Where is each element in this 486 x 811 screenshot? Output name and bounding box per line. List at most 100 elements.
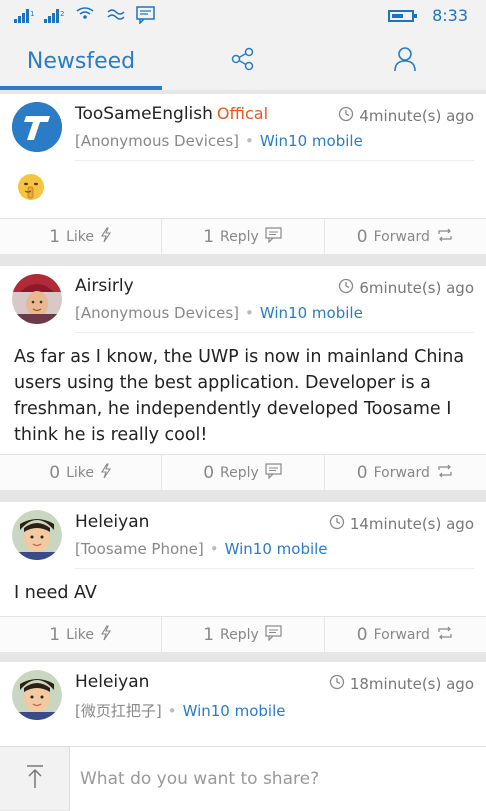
divider: [75, 160, 474, 161]
avatar[interactable]: [12, 274, 62, 324]
time-text: 4minute(s) ago: [359, 107, 474, 125]
reply-count: 0: [203, 462, 215, 483]
post-card[interactable]: Airsirly 6minute(s) ago [Anonymous Devic…: [0, 266, 486, 490]
separator-dot: •: [245, 304, 254, 322]
post-author[interactable]: TooSameEnglish Offical: [75, 104, 268, 124]
reply-button[interactable]: 1 Reply: [162, 617, 325, 652]
device-name: [Toosame Phone]: [75, 540, 204, 558]
time-text: 18minute(s) ago: [349, 675, 474, 693]
compose-bar: [0, 746, 486, 811]
comment-icon: [265, 462, 283, 483]
device-name: [Anonymous Devices]: [75, 304, 240, 322]
post-actions: 1 Like 1 Reply 0 Forward: [0, 616, 486, 652]
like-count: 1: [49, 624, 61, 645]
upload-button[interactable]: [0, 747, 70, 811]
separator-dot: •: [245, 132, 254, 150]
platform-link[interactable]: Win10 mobile: [183, 702, 286, 720]
time-text: 14minute(s) ago: [349, 515, 474, 533]
wifi-icon: [74, 7, 96, 27]
lightning-icon: [100, 624, 112, 645]
avatar[interactable]: [12, 102, 62, 152]
post-time: 18minute(s) ago: [329, 674, 474, 694]
tab-bar: Newsfeed: [0, 32, 486, 90]
device-name: [微页扛把子]: [75, 702, 162, 720]
forward-count: 0: [356, 624, 368, 645]
clock-icon: [329, 674, 345, 694]
like-button[interactable]: 1 Like: [0, 219, 163, 254]
like-button[interactable]: 1 Like: [0, 617, 163, 652]
data-sync-icon: [106, 7, 126, 27]
lightning-icon: [100, 226, 112, 247]
cellular-signal-2-icon: 2: [44, 8, 64, 27]
forward-button[interactable]: 0 Forward: [325, 219, 486, 254]
forward-button[interactable]: 0 Forward: [325, 617, 486, 652]
like-button[interactable]: 0 Like: [0, 455, 163, 490]
tab-newsfeed[interactable]: Newsfeed: [0, 32, 162, 90]
retweet-icon: [436, 228, 454, 246]
post-author[interactable]: Heleiyan: [75, 512, 149, 532]
author-name: Heleiyan: [75, 672, 150, 692]
platform-link[interactable]: Win10 mobile: [260, 132, 363, 150]
comment-icon: [265, 226, 283, 247]
post-time: 14minute(s) ago: [329, 514, 474, 534]
tab-profile[interactable]: [324, 32, 486, 90]
separator-dot: •: [209, 540, 219, 558]
avatar[interactable]: [12, 510, 62, 560]
reply-label: Reply: [220, 228, 259, 245]
tab-discover[interactable]: [162, 32, 324, 90]
time-text: 6minute(s) ago: [359, 279, 474, 297]
post-device: [微页扛把子] • Win10 mobile: [75, 700, 285, 721]
separator-dot: •: [167, 702, 177, 720]
user-icon: [393, 46, 417, 76]
post-author[interactable]: Heleiyan: [75, 672, 149, 692]
post-device: [Anonymous Devices] • Win10 mobile: [75, 304, 363, 322]
post-author[interactable]: Airsirly: [75, 276, 134, 296]
post-text: I need AV: [14, 583, 97, 603]
reply-count: 1: [203, 624, 215, 645]
clock-icon: [338, 106, 354, 126]
retweet-icon: [436, 464, 454, 482]
divider: [75, 332, 474, 333]
reply-count: 1: [203, 226, 215, 247]
reply-button[interactable]: 0 Reply: [162, 455, 325, 490]
cellular-signal-1-icon: 1: [14, 8, 34, 27]
like-label: Like: [66, 228, 95, 245]
platform-link[interactable]: Win10 mobile: [260, 304, 363, 322]
post-time: 4minute(s) ago: [338, 106, 474, 126]
avatar[interactable]: [12, 670, 62, 720]
clock-time: 8:33: [432, 6, 468, 25]
forward-label: Forward: [373, 464, 430, 481]
post-card[interactable]: Heleiyan 18minute(s) ago [微页扛把子] • Win10 m…: [0, 662, 486, 752]
share-input[interactable]: [70, 747, 486, 811]
reply-label: Reply: [220, 464, 259, 481]
message-icon: [136, 6, 156, 28]
battery-icon: [388, 9, 418, 22]
reply-button[interactable]: 1 Reply: [162, 219, 325, 254]
author-name: Heleiyan: [75, 512, 150, 532]
forward-count: 0: [356, 462, 368, 483]
active-tab-indicator: [0, 86, 162, 90]
comment-icon: [265, 624, 283, 645]
post-card[interactable]: TooSameEnglish Offical 4minute(s) ago [An…: [0, 94, 486, 254]
user-photo-icon: [12, 670, 62, 720]
post-card[interactable]: Heleiyan 14minute(s) ago [Toosame Phone]…: [0, 502, 486, 652]
official-badge: Offical: [216, 104, 269, 123]
like-count: 1: [49, 226, 61, 247]
reply-label: Reply: [220, 626, 259, 643]
svg-text:2: 2: [60, 10, 64, 18]
forward-label: Forward: [373, 228, 430, 245]
lightning-icon: [100, 462, 112, 483]
author-name: TooSameEnglish: [75, 104, 213, 124]
post-device: [Toosame Phone] • Win10 mobile: [75, 540, 328, 558]
post-actions: 1 Like 1 Reply 0 Forward: [0, 218, 486, 254]
share-nodes-icon: [230, 46, 256, 76]
status-bar: 1 2 8:33: [0, 0, 486, 32]
tab-newsfeed-label: Newsfeed: [26, 48, 136, 74]
svg-text:1: 1: [30, 10, 34, 18]
clock-icon: [329, 514, 345, 534]
post-time: 6minute(s) ago: [338, 278, 474, 298]
author-name: Airsirly: [75, 276, 134, 296]
forward-button[interactable]: 0 Forward: [325, 455, 486, 490]
platform-link[interactable]: Win10 mobile: [225, 540, 328, 558]
clock-icon: [338, 278, 354, 298]
